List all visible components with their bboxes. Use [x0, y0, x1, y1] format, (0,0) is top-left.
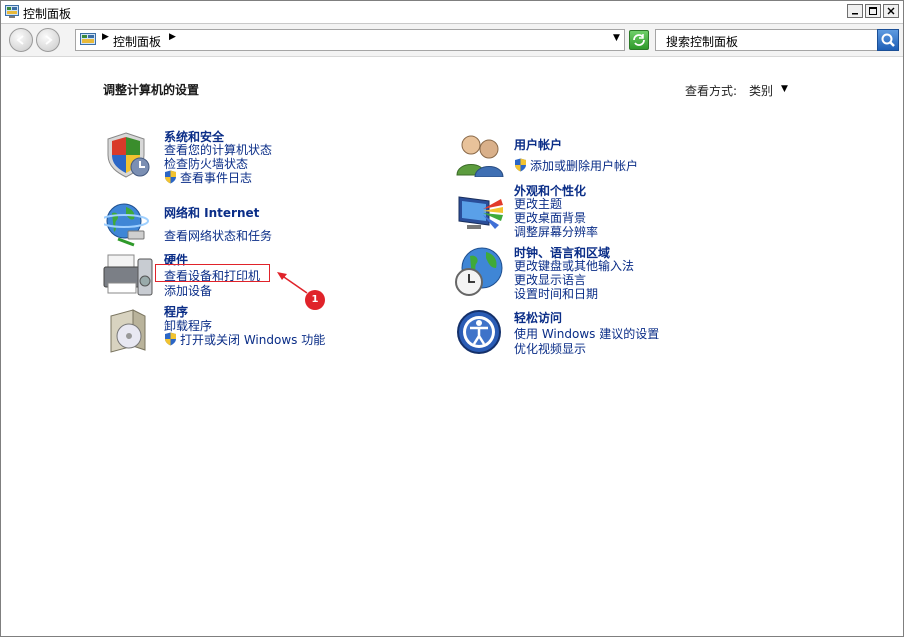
view-by-dropdown[interactable]: 类别 [749, 82, 773, 99]
search-box[interactable]: 搜索控制面板 [655, 29, 899, 51]
clock-language-region-icon[interactable] [454, 246, 506, 298]
user-accounts-icon[interactable] [455, 133, 505, 177]
breadcrumb-root-arrow[interactable]: ▶ [102, 32, 109, 42]
windows-features-link[interactable]: 打开或关闭 Windows 功能 [164, 331, 325, 348]
set-time-date-link[interactable]: 设置时间和日期 [514, 285, 598, 302]
user-accounts-title[interactable]: 用户帐户 [514, 136, 562, 153]
view-network-status-link[interactable]: 查看网络状态和任务 [164, 227, 272, 244]
ease-of-access-title[interactable]: 轻松访问 [514, 309, 562, 326]
view-event-logs-text: 查看事件日志 [180, 171, 253, 185]
appearance-monitor-icon[interactable] [455, 191, 505, 235]
minimize-button[interactable] [847, 4, 863, 18]
control-panel-window: 控制面板 ▶ 控制面板 ▶ ▼ 搜索控制面板 调整计算机的设置 查看方式: 类别… [0, 0, 904, 637]
add-remove-accounts-link[interactable]: 添加或删除用户帐户 [514, 157, 638, 174]
system-security-shield-icon[interactable] [104, 131, 152, 179]
control-panel-icon [5, 5, 19, 18]
minimize-icon [852, 13, 858, 15]
hardware-printer-icon[interactable] [102, 251, 154, 301]
uac-shield-icon [165, 332, 176, 346]
view-by-label: 查看方式: [685, 84, 738, 98]
forward-button[interactable] [36, 28, 60, 52]
control-panel-icon [80, 33, 96, 45]
back-button[interactable] [9, 28, 33, 52]
programs-box-icon[interactable] [105, 306, 153, 354]
network-internet-title[interactable]: 网络和 Internet [164, 204, 259, 221]
breadcrumb-chevron-icon[interactable]: ▶ [169, 32, 176, 42]
back-arrow-icon [16, 35, 24, 45]
page-heading: 调整计算机的设置 [103, 83, 200, 97]
optimize-visual-display-link[interactable]: 优化视频显示 [514, 340, 586, 357]
add-remove-accounts-text: 添加或删除用户帐户 [530, 159, 639, 173]
adjust-resolution-link[interactable]: 调整屏幕分辨率 [514, 223, 598, 240]
address-dropdown-icon[interactable]: ▼ [613, 33, 620, 43]
uac-shield-icon [515, 158, 526, 172]
close-button[interactable] [883, 4, 899, 18]
search-button[interactable] [877, 29, 899, 51]
window-title: 控制面板 [23, 7, 72, 21]
annotation-arrow-icon [277, 272, 308, 294]
search-icon [881, 33, 895, 47]
title-bar[interactable]: 控制面板 [1, 1, 903, 24]
view-event-logs-link[interactable]: 查看事件日志 [164, 169, 252, 186]
address-bar[interactable]: ▶ 控制面板 ▶ ▼ [75, 29, 625, 51]
refresh-icon [633, 34, 645, 46]
search-input[interactable]: 搜索控制面板 [666, 33, 738, 50]
breadcrumb-control-panel[interactable]: 控制面板 [113, 33, 161, 50]
forward-arrow-icon [45, 35, 53, 45]
windows-features-text: 打开或关闭 Windows 功能 [180, 333, 326, 347]
maximize-button[interactable] [865, 4, 881, 18]
refresh-button[interactable] [629, 30, 649, 50]
annotation-badge: 1 [305, 290, 325, 310]
navigation-bar: ▶ 控制面板 ▶ ▼ 搜索控制面板 [1, 24, 903, 57]
add-device-link[interactable]: 添加设备 [164, 282, 212, 299]
view-by-chevron-icon[interactable]: ▼ [781, 84, 788, 94]
close-icon [887, 7, 895, 15]
maximize-icon [869, 7, 877, 15]
highlight-box [155, 264, 270, 282]
ease-of-access-icon[interactable] [456, 309, 502, 355]
network-internet-globe-icon[interactable] [104, 201, 154, 247]
uac-shield-icon [165, 170, 176, 184]
